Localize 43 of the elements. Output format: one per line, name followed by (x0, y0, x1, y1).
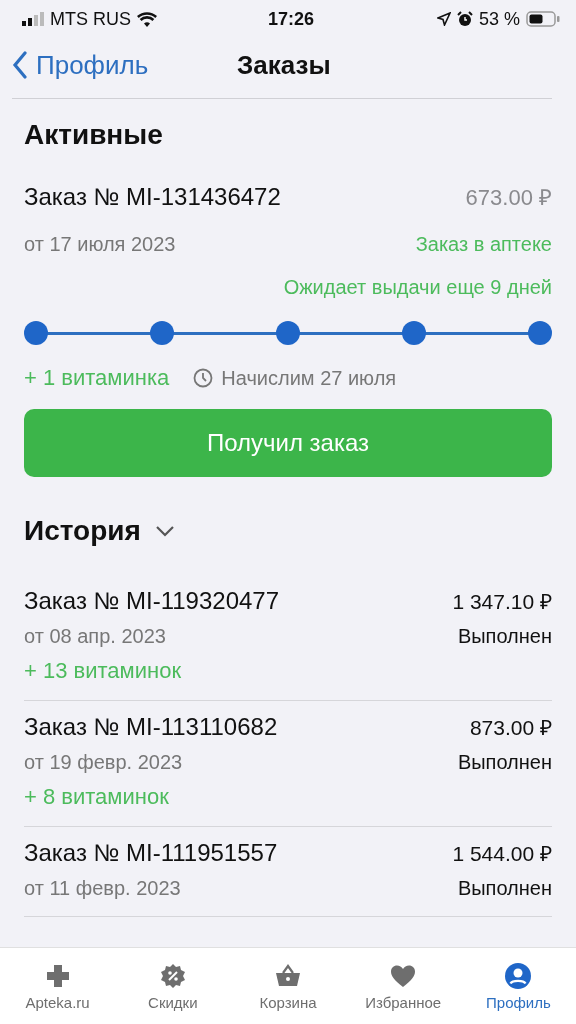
accrual-text: Начислим 27 июля (221, 366, 397, 390)
bonus-text: + 8 витаминок (24, 784, 170, 810)
screen-title: Заказы (237, 49, 331, 81)
battery-percent: 53 % (478, 8, 520, 30)
bonus-text: + 13 витаминок (24, 658, 182, 684)
chevron-icon[interactable] (154, 525, 175, 537)
location-arrow-icon (436, 12, 451, 26)
bonus-text: + 1 витаминка (24, 365, 170, 391)
order-price: 673.00 ₽ (465, 184, 552, 211)
order-price: 1 544.00 ₽ (452, 841, 552, 867)
clock-icon (193, 368, 214, 388)
wifi-icon (137, 11, 157, 27)
order-number: Заказ № MI-113110682 (24, 713, 278, 741)
signal-icon (22, 12, 44, 26)
order-date: от 19 февр. 2023 (24, 751, 183, 774)
order-number: Заказ № MI-119320477 (24, 587, 280, 615)
back-chevron-icon (12, 51, 28, 79)
section-heading: История (24, 515, 141, 547)
section-heading: Активные (24, 118, 164, 152)
pickup-note: Ожидает выдачи еще 9 дней (282, 276, 552, 299)
order-number: Заказ № MI-131436472 (24, 183, 281, 211)
tab-bar-item[interactable]: Корзина (230, 948, 346, 1024)
battery-icon (526, 11, 560, 27)
order-status: Выполнен (457, 625, 552, 648)
tab-bar-item[interactable]: Apteka.ru (0, 948, 116, 1024)
order-price: 1 347.10 ₽ (452, 589, 552, 615)
order-date: от 08 апр. 2023 (24, 625, 166, 648)
tab-bar-item[interactable]: Профиль (460, 948, 576, 1024)
status-time: 17:26 (267, 8, 314, 30)
order-price: 873.00 ₽ (469, 715, 552, 741)
order-status: Выполнен (457, 877, 552, 900)
order-status: Выполнен (457, 751, 552, 774)
tab-bar-item[interactable]: Избранное (345, 948, 461, 1024)
percent-badge-icon (158, 962, 187, 990)
order-date: от 17 июля 2023 (24, 233, 176, 256)
order-date: от 11 февр. 2023 (24, 877, 181, 900)
tab-bar-item[interactable]: Скидки (115, 948, 231, 1024)
order-number: Заказ № MI-111951557 (24, 839, 278, 867)
profile-icon (504, 962, 533, 990)
order-status: Заказ в аптеке (415, 233, 552, 256)
back-button[interactable]: Профиль (12, 49, 149, 81)
carrier-name: MTS RUS (50, 8, 131, 30)
alarm-clock-icon (456, 11, 473, 27)
